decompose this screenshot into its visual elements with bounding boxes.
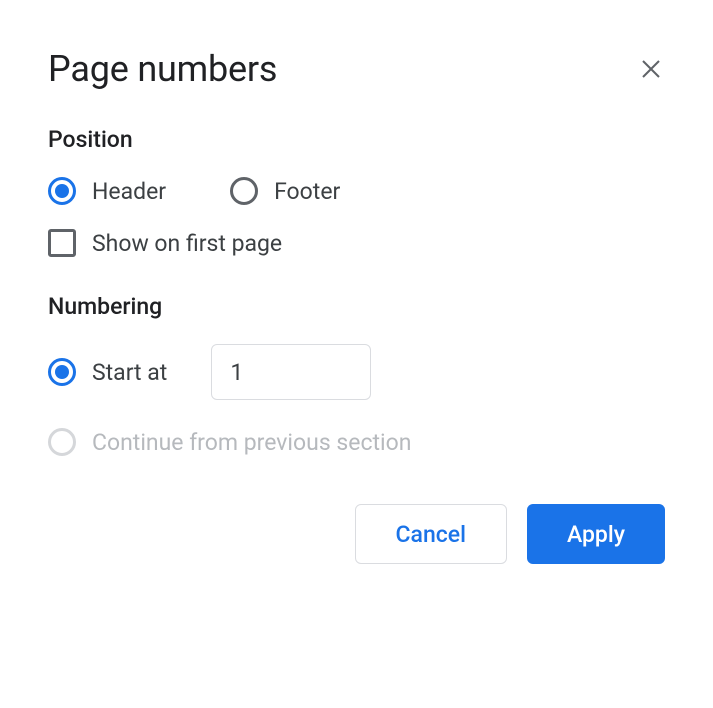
numbering-start-at-label: Start at xyxy=(92,359,167,386)
numbering-start-at-option[interactable]: Start at xyxy=(48,358,167,386)
numbering-continue-label: Continue from previous section xyxy=(92,429,411,456)
checkbox-unchecked-icon xyxy=(48,229,76,257)
position-title: Position xyxy=(48,126,665,153)
numbering-title: Numbering xyxy=(48,293,665,320)
close-icon xyxy=(639,57,663,81)
show-on-first-page-option[interactable]: Show on first page xyxy=(48,229,282,257)
dialog-title: Page numbers xyxy=(48,48,277,90)
radio-selected-icon xyxy=(48,358,76,386)
show-on-first-page-label: Show on first page xyxy=(92,230,282,257)
radio-disabled-icon xyxy=(48,428,76,456)
position-header-option[interactable]: Header xyxy=(48,177,166,205)
position-footer-option[interactable]: Footer xyxy=(230,177,340,205)
radio-selected-icon xyxy=(48,177,76,205)
position-section: Position Header Footer Show on first pag… xyxy=(48,126,665,257)
numbering-continue-option: Continue from previous section xyxy=(48,428,411,456)
numbering-section: Numbering Start at Continue from previou… xyxy=(48,293,665,456)
close-button[interactable] xyxy=(637,55,665,83)
start-at-input[interactable] xyxy=(211,344,371,400)
position-header-label: Header xyxy=(92,178,166,205)
cancel-button[interactable]: Cancel xyxy=(355,504,507,564)
radio-unselected-icon xyxy=(230,177,258,205)
position-footer-label: Footer xyxy=(274,178,340,205)
dialog-footer: Cancel Apply xyxy=(48,504,665,564)
apply-button[interactable]: Apply xyxy=(527,504,665,564)
